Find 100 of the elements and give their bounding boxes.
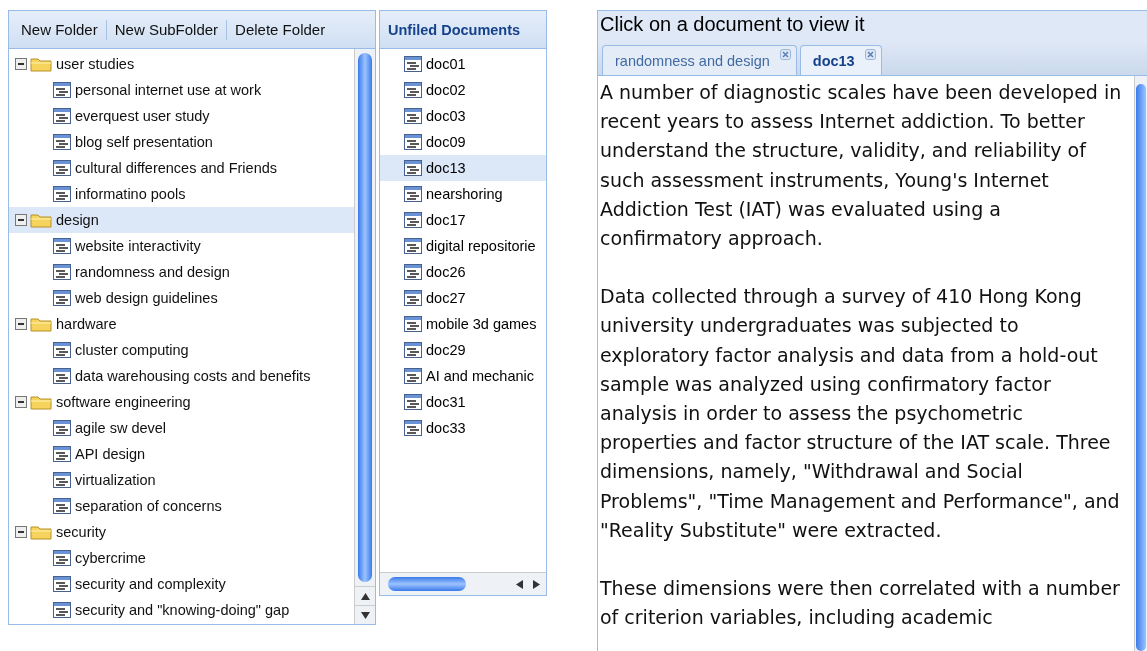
folder-icon	[30, 524, 52, 540]
document-label: doc13	[426, 160, 466, 176]
document-row[interactable]: doc33	[380, 415, 546, 441]
document-icon	[404, 134, 422, 150]
collapse-toggle-icon[interactable]	[15, 58, 27, 70]
document-row[interactable]: doc13	[380, 155, 546, 181]
document-row[interactable]: doc09	[380, 129, 546, 155]
close-icon[interactable]	[864, 49, 876, 60]
document-label: personal internet use at work	[75, 82, 262, 98]
document-label: agile sw devel	[75, 420, 167, 436]
document-label: doc02	[426, 82, 466, 98]
scroll-right-icon[interactable]	[533, 579, 540, 589]
document-row[interactable]: doc17	[380, 207, 546, 233]
document-row[interactable]: agile sw devel	[9, 415, 354, 441]
document-row[interactable]: doc31	[380, 389, 546, 415]
document-row[interactable]: doc02	[380, 77, 546, 103]
document-icon	[53, 472, 71, 488]
document-row[interactable]: cybercrime	[9, 545, 354, 571]
document-label: doc29	[426, 342, 466, 358]
document-icon	[53, 238, 71, 254]
document-label: randomness and design	[75, 264, 230, 280]
document-label: blog self presentation	[75, 134, 213, 150]
document-label: cluster computing	[75, 342, 189, 358]
viewer-title: Click on a document to view it	[598, 11, 1147, 41]
document-row[interactable]: AI and mechanic	[380, 363, 546, 389]
folder-row[interactable]: security	[9, 519, 354, 545]
document-row[interactable]: cultural differences and Friends	[9, 155, 354, 181]
document-label: cybercrime	[75, 550, 146, 566]
document-row[interactable]: website interactivity	[9, 233, 354, 259]
document-row[interactable]: digital repositorie	[380, 233, 546, 259]
scroll-up-icon[interactable]	[360, 592, 370, 600]
document-row[interactable]: personal internet use at work	[9, 77, 354, 103]
document-icon	[404, 186, 422, 202]
scroll-left-icon[interactable]	[516, 579, 523, 589]
document-row[interactable]: security and complexity	[9, 571, 354, 597]
document-label: doc27	[426, 290, 466, 306]
vertical-scrollbar[interactable]	[354, 49, 375, 624]
scroll-down-icon[interactable]	[360, 611, 370, 619]
document-row[interactable]: everquest user study	[9, 103, 354, 129]
document-row[interactable]: web design guidelines	[9, 285, 354, 311]
folder-row[interactable]: design	[9, 207, 354, 233]
document-row[interactable]: API design	[9, 441, 354, 467]
document-row[interactable]: virtualization	[9, 467, 354, 493]
document-row[interactable]: randomness and design	[9, 259, 354, 285]
document-row[interactable]: data warehousing costs and benefits	[9, 363, 354, 389]
document-label: informatino pools	[75, 186, 186, 202]
document-label: AI and mechanic	[426, 368, 534, 384]
folder-row[interactable]: user studies	[9, 51, 354, 77]
document-icon	[404, 212, 422, 228]
document-row[interactable]: blog self presentation	[9, 129, 354, 155]
document-icon	[404, 342, 422, 358]
document-icon	[53, 498, 71, 514]
document-icon	[53, 186, 71, 202]
folder-label: user studies	[56, 56, 135, 72]
collapse-toggle-icon[interactable]	[15, 396, 27, 408]
document-row[interactable]: nearshoring	[380, 181, 546, 207]
document-label: doc31	[426, 394, 466, 410]
scroll-thumb[interactable]	[358, 53, 372, 582]
document-label: API design	[75, 446, 146, 462]
document-icon	[404, 108, 422, 124]
document-row[interactable]: doc01	[380, 51, 546, 77]
close-icon[interactable]	[779, 49, 791, 60]
document-row[interactable]: security and "knowing-doing" gap	[9, 597, 354, 623]
document-paragraph: These dimensions were then correlated with a number of criterion variables, including academic	[600, 576, 1121, 631]
document-label: nearshoring	[426, 186, 503, 202]
document-row[interactable]: informatino pools	[9, 181, 354, 207]
document-label: doc26	[426, 264, 466, 280]
document-icon	[53, 290, 71, 306]
document-row[interactable]: mobile 3d games	[380, 311, 546, 337]
document-icon	[53, 342, 71, 358]
toolbar-button[interactable]: New Folder	[13, 19, 106, 40]
document-row[interactable]: separation of concerns	[9, 493, 354, 519]
collapse-toggle-icon[interactable]	[15, 318, 27, 330]
scroll-thumb[interactable]	[388, 577, 466, 591]
folder-row[interactable]: hardware	[9, 311, 354, 337]
vertical-scrollbar[interactable]	[1134, 76, 1147, 651]
document-icon	[404, 420, 422, 436]
folder-row[interactable]: software engineering	[9, 389, 354, 415]
document-row[interactable]: cluster computing	[9, 337, 354, 363]
document-label: doc33	[426, 420, 466, 436]
document-row[interactable]: doc27	[380, 285, 546, 311]
horizontal-scrollbar[interactable]	[380, 572, 546, 595]
document-row[interactable]: doc29	[380, 337, 546, 363]
scroll-thumb[interactable]	[1136, 84, 1146, 651]
folder-icon	[30, 394, 52, 410]
document-row[interactable]: doc03	[380, 103, 546, 129]
document-icon	[404, 368, 422, 384]
collapse-toggle-icon[interactable]	[15, 526, 27, 538]
document-row[interactable]: doc26	[380, 259, 546, 285]
document-icon	[404, 394, 422, 410]
toolbar-button[interactable]: New SubFolder	[106, 19, 227, 40]
document-label: doc17	[426, 212, 466, 228]
document-tab[interactable]: randomness and design	[602, 45, 797, 75]
document-icon	[53, 160, 71, 176]
document-tab[interactable]: doc13	[799, 45, 882, 75]
document-label: security and complexity	[75, 576, 226, 592]
collapse-toggle-icon[interactable]	[15, 214, 27, 226]
toolbar-button[interactable]: Delete Folder	[227, 19, 334, 40]
document-paragraph: A number of diagnostic scales have been developed in recent years to assess Internet addiction. To better understand the structure, validity, and reliability of such assessment instruments, Young's Internet Addiction Test (IAT) was evaluated using a confirmatory approach.	[600, 80, 1123, 251]
document-label: data warehousing costs and benefits	[75, 368, 311, 384]
